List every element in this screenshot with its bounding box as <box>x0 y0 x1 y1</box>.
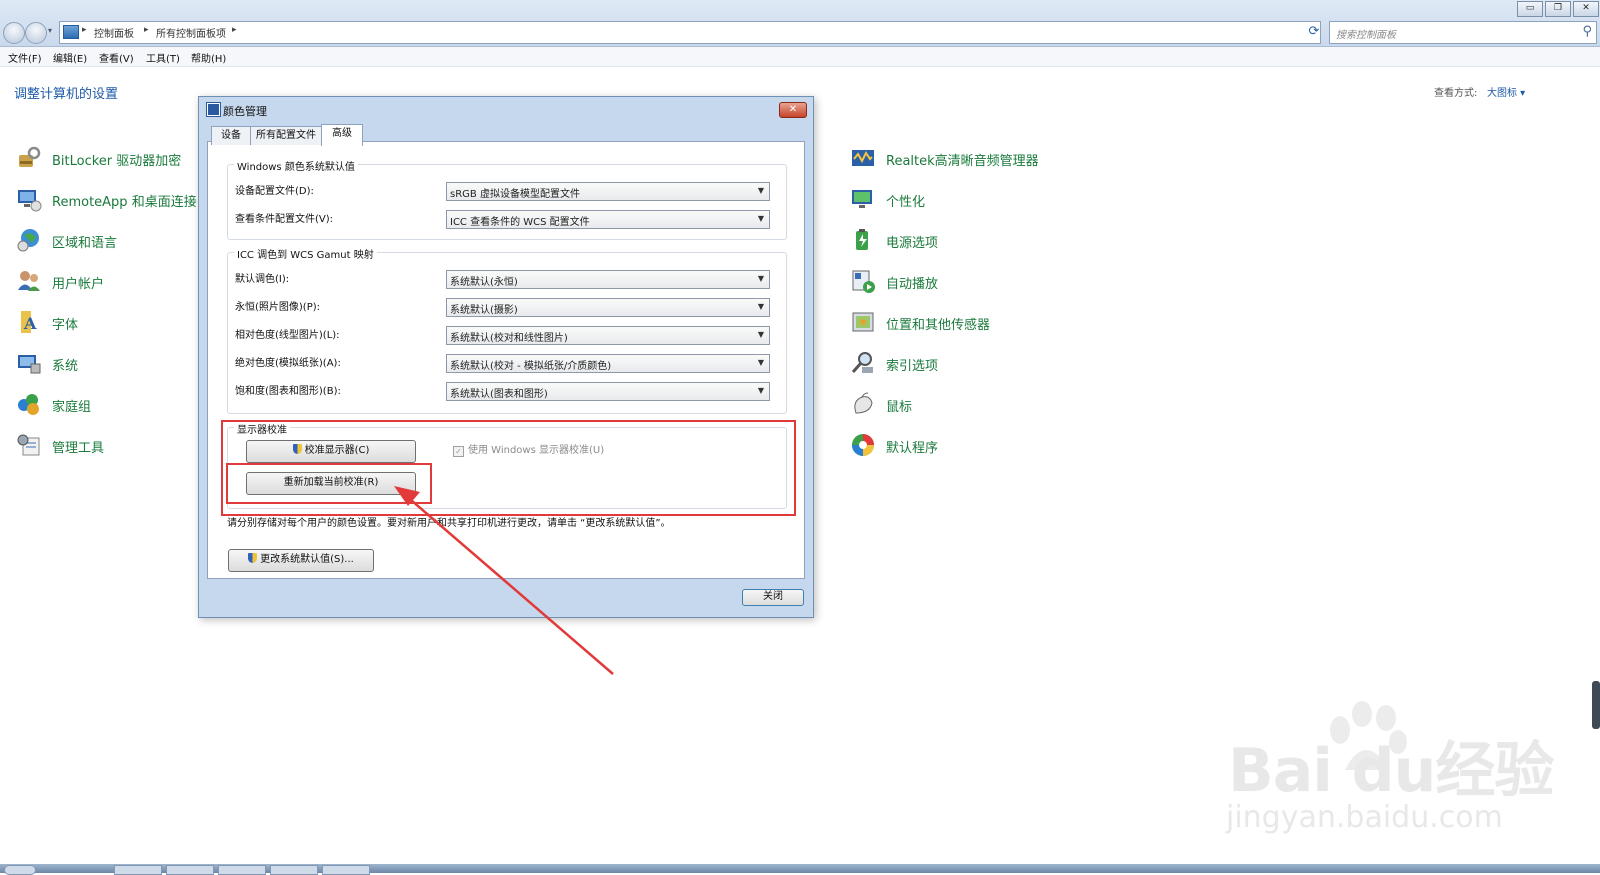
watermark-brand: Bai du经验 <box>1228 736 1554 806</box>
taskbar-item[interactable] <box>166 865 214 875</box>
taskbar-item[interactable] <box>114 865 162 875</box>
taskbar-item[interactable] <box>270 865 318 875</box>
side-scroll-handle[interactable] <box>1592 681 1600 729</box>
start-button[interactable] <box>4 865 36 875</box>
taskbar-item[interactable] <box>322 865 370 875</box>
tab-advanced[interactable]: 高级 <box>321 124 363 146</box>
taskbar <box>0 864 1600 875</box>
taskbar-item[interactable] <box>218 865 266 875</box>
watermark-url: jingyan.baidu.com <box>1226 800 1503 835</box>
